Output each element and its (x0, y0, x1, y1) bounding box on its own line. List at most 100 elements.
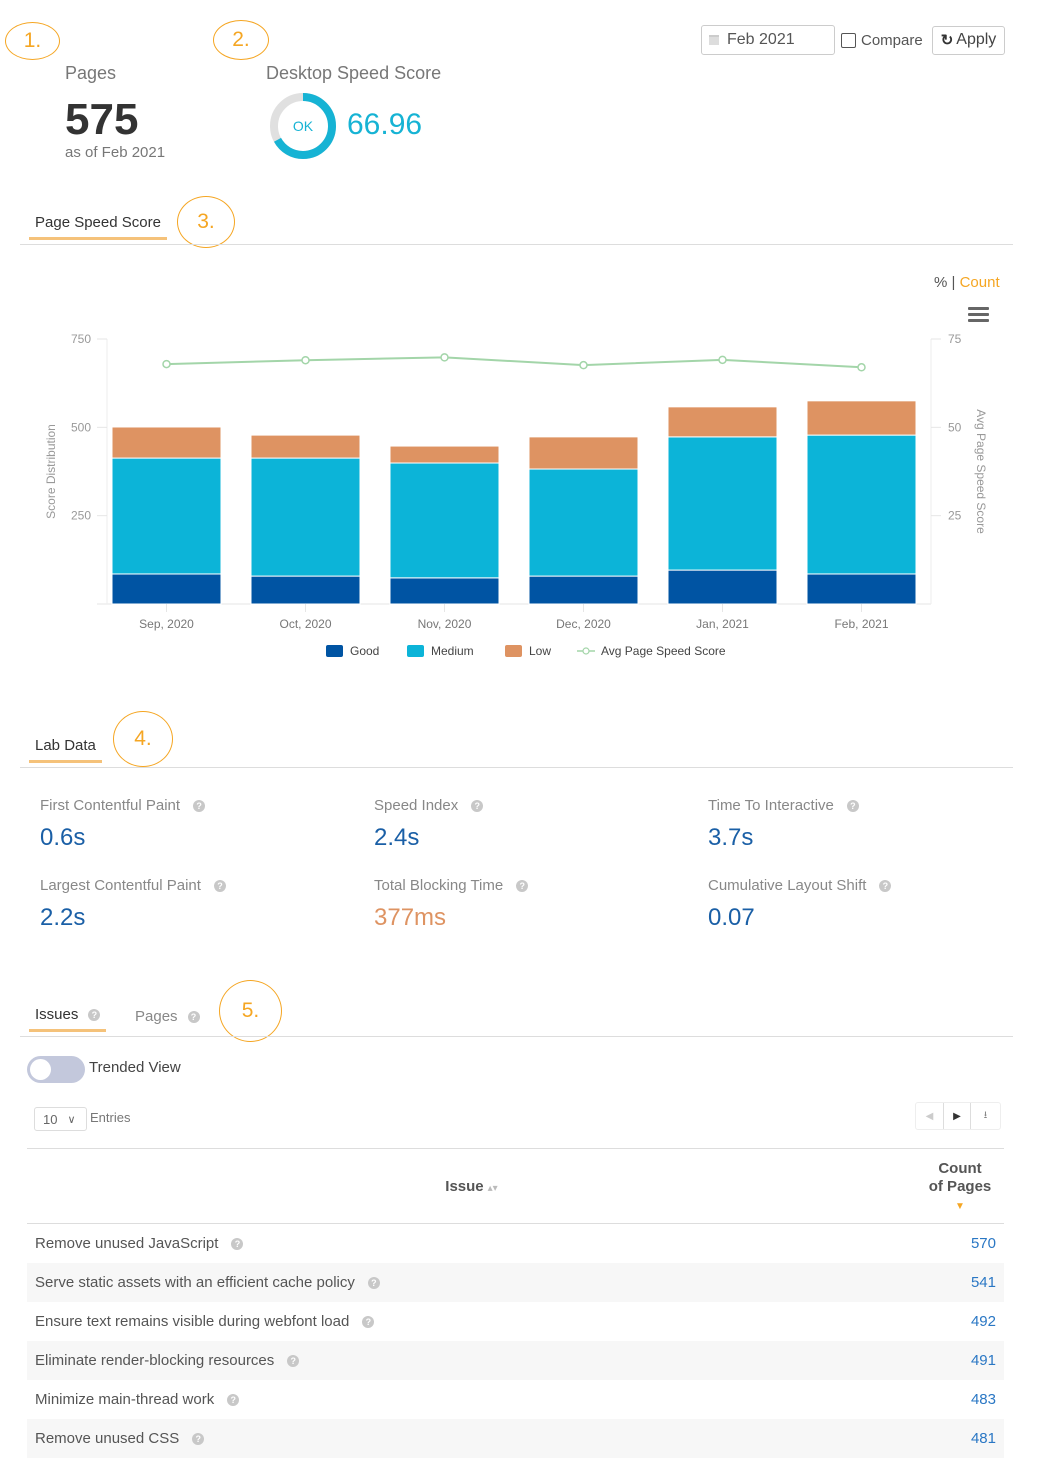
pages-as-of: as of Feb 2021 (65, 144, 166, 161)
trended-view-toggle[interactable] (27, 1056, 85, 1083)
help-icon[interactable]: ? (187, 1011, 200, 1024)
entries-label: Entries (90, 1110, 131, 1125)
count-link[interactable]: 481 (916, 1419, 1004, 1458)
metric-value: 0.07 (708, 904, 755, 931)
bar-good (806, 573, 917, 605)
speed-score-value: 66.96 (347, 108, 423, 141)
apply-button[interactable]: ↻ Apply (931, 25, 1006, 55)
issue-cell: Remove unused JavaScript? (27, 1224, 916, 1263)
metric-label: First Contentful Paint? (40, 797, 206, 814)
count-link[interactable]: 491 (916, 1341, 1004, 1380)
count-link[interactable]: 541 (916, 1263, 1004, 1302)
annotation-1: 1. (5, 22, 60, 60)
metric-label: Largest Contentful Paint? (40, 877, 226, 894)
tab-page-speed-score[interactable]: Page Speed Score (29, 214, 167, 240)
column-header-count[interactable]: Count of Pages ▼ (916, 1149, 1004, 1224)
compare-checkbox[interactable] (841, 32, 856, 48)
help-icon[interactable]: ? (471, 800, 484, 813)
issue-name: Ensure text remains visible during webfo… (35, 1312, 350, 1330)
count-mode-link[interactable]: Count (960, 274, 1000, 291)
table-row[interactable]: Remove unused CSS? 481 (27, 1418, 1004, 1458)
count-link[interactable]: 570 (916, 1224, 1004, 1263)
tab-pages-label: Pages (135, 1008, 178, 1025)
bar-medium (528, 468, 639, 577)
entries-select[interactable]: 10 ∨ (34, 1107, 87, 1131)
issue-name: Remove unused JavaScript (35, 1234, 219, 1252)
table-row[interactable]: Eliminate render-blocking resources? 491 (27, 1340, 1004, 1380)
table-row[interactable]: Ensure text remains visible during webfo… (27, 1302, 1004, 1341)
tab-pages[interactable]: Pages? (135, 1008, 200, 1033)
issue-cell: Ensure text remains visible during webfo… (27, 1302, 916, 1341)
bar-medium (806, 434, 917, 575)
download-icon[interactable]: ⭳ (970, 1103, 1000, 1129)
entries-value: 10 (43, 1111, 58, 1127)
compare-checkbox-label[interactable]: Compare (841, 32, 923, 49)
x-tick-label: Feb, 2021 (834, 617, 888, 631)
table-row[interactable]: Serve static assets with an efficient ca… (27, 1262, 1004, 1302)
date-picker-input[interactable]: Feb 2021 (701, 25, 835, 55)
table-row[interactable]: Remove unused JavaScript? 570 (27, 1224, 1004, 1263)
issues-table: Issue ▴▾ Count of Pages ▼ Remove unused J… (27, 1148, 1004, 1458)
count-link[interactable]: 492 (916, 1302, 1004, 1341)
help-icon[interactable]: ? (88, 1009, 101, 1022)
legend-swatch-low (505, 645, 522, 657)
help-icon[interactable]: ? (227, 1393, 240, 1406)
percent-mode-link[interactable]: % (934, 274, 947, 291)
tab-divider (20, 1036, 1013, 1037)
table-header-row: Issue ▴▾ Count of Pages ▼ (27, 1148, 1004, 1224)
y2-tick-label: 25 (948, 509, 962, 523)
tab-lab-data[interactable]: Lab Data (29, 737, 102, 763)
avg-score-point (857, 363, 866, 372)
issue-name: Serve static assets with an efficient ca… (35, 1273, 355, 1291)
speed-score-donut: OK (270, 93, 336, 159)
metric-value: 2.4s (374, 824, 420, 851)
tab-issues[interactable]: Issues? (28, 1006, 107, 1032)
help-icon[interactable]: ? (362, 1315, 375, 1328)
help-icon[interactable]: ? (193, 800, 206, 813)
chevron-down-icon: ∨ (67, 1113, 76, 1126)
help-icon[interactable]: ? (231, 1237, 244, 1250)
issue-cell: Serve static assets with an efficient ca… (27, 1263, 916, 1302)
help-icon[interactable]: ? (192, 1432, 205, 1445)
bar-good (667, 569, 778, 605)
metric-label-text: Cumulative Layout Shift (708, 877, 867, 894)
compare-label: Compare (861, 31, 923, 49)
metric-label-text: Speed Index (374, 797, 459, 814)
x-tick-label: Nov, 2020 (418, 617, 472, 631)
count-link[interactable]: 483 (916, 1380, 1004, 1419)
issue-name: Eliminate render-blocking resources (35, 1351, 275, 1369)
help-icon[interactable]: ? (287, 1354, 300, 1367)
y-axis-title: Score Distribution (44, 424, 58, 519)
column-header-issue[interactable]: Issue ▴▾ (27, 1149, 916, 1224)
help-icon[interactable]: ? (846, 800, 859, 813)
metric-label: Time To Interactive? (708, 797, 859, 814)
y-tick-label: 750 (71, 332, 91, 346)
annotation-2: 2. (213, 20, 269, 60)
metric-label-text: Time To Interactive (708, 797, 834, 814)
bar-good (250, 575, 361, 605)
bar-medium (667, 436, 778, 571)
bar-medium (250, 457, 361, 577)
table-row[interactable]: Minimize main-thread work? 483 (27, 1380, 1004, 1419)
apply-label: Apply (956, 31, 997, 48)
help-icon[interactable]: ? (516, 880, 529, 893)
speed-status: OK (293, 118, 314, 134)
legend-swatch-medium (407, 645, 424, 657)
avg-score-point (162, 359, 171, 369)
metric-label: Speed Index? (374, 797, 484, 814)
help-icon[interactable]: ? (367, 1276, 380, 1289)
date-controls: Feb 2021 Compare ↻ Apply (701, 25, 1006, 55)
speed-score-label: Desktop Speed Score (266, 63, 442, 83)
bar-good (528, 575, 639, 605)
next-page-button[interactable]: ▶ (943, 1103, 970, 1129)
legend-label: Good (350, 644, 379, 658)
help-icon[interactable]: ? (213, 880, 226, 893)
avg-score-point (718, 355, 727, 365)
help-icon[interactable]: ? (879, 880, 892, 893)
y2-tick-label: 50 (948, 420, 962, 434)
toggle-knob (30, 1059, 51, 1080)
metric-label-text: Largest Contentful Paint (40, 877, 201, 894)
bar-low (250, 434, 361, 459)
bar-medium (389, 462, 500, 579)
prev-page-button[interactable]: ◀ (916, 1103, 943, 1129)
